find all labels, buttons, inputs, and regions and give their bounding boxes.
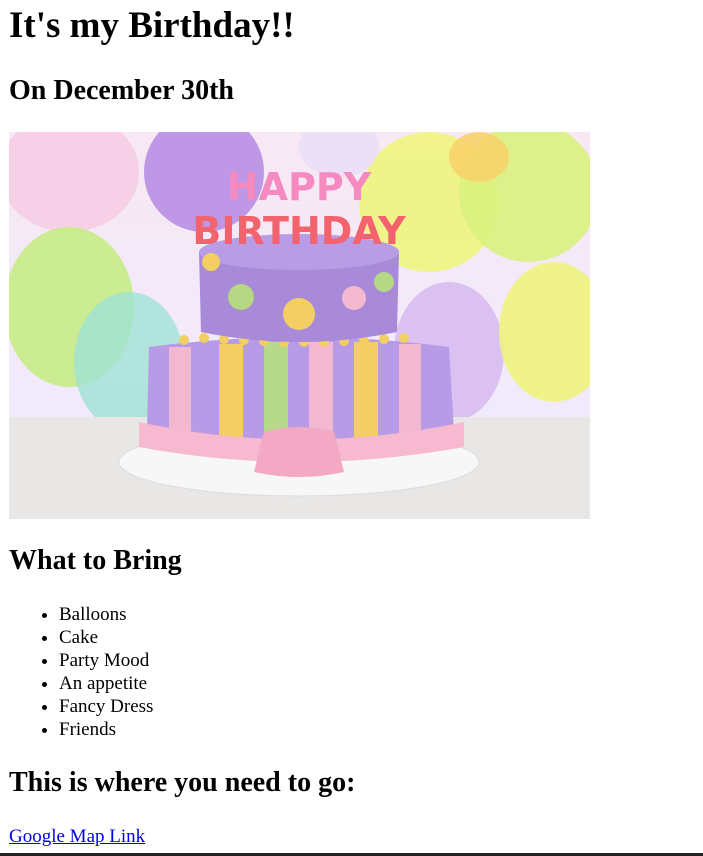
bring-list: Balloons Cake Party Mood An appetite Fan… [9, 603, 153, 741]
directions-heading: This is where you need to go: [9, 767, 356, 798]
cake-illustration: HAPPY BIRTHDAY [9, 132, 590, 519]
list-item: An appetite [59, 672, 153, 695]
cake-top-text: HAPPY [227, 165, 372, 209]
birthday-date-heading: On December 30th [9, 75, 234, 106]
birthday-cake-image: HAPPY BIRTHDAY [9, 132, 590, 519]
page-title: It's my Birthday!! [9, 5, 295, 46]
google-map-link[interactable]: Google Map Link [9, 826, 145, 848]
cake-bottom-text: BIRTHDAY [192, 209, 406, 253]
what-to-bring-heading: What to Bring [9, 545, 182, 576]
list-item: Fancy Dress [59, 695, 153, 718]
list-item: Balloons [59, 603, 153, 626]
list-item: Friends [59, 718, 153, 741]
list-item: Party Mood [59, 649, 153, 672]
list-item: Cake [59, 626, 153, 649]
